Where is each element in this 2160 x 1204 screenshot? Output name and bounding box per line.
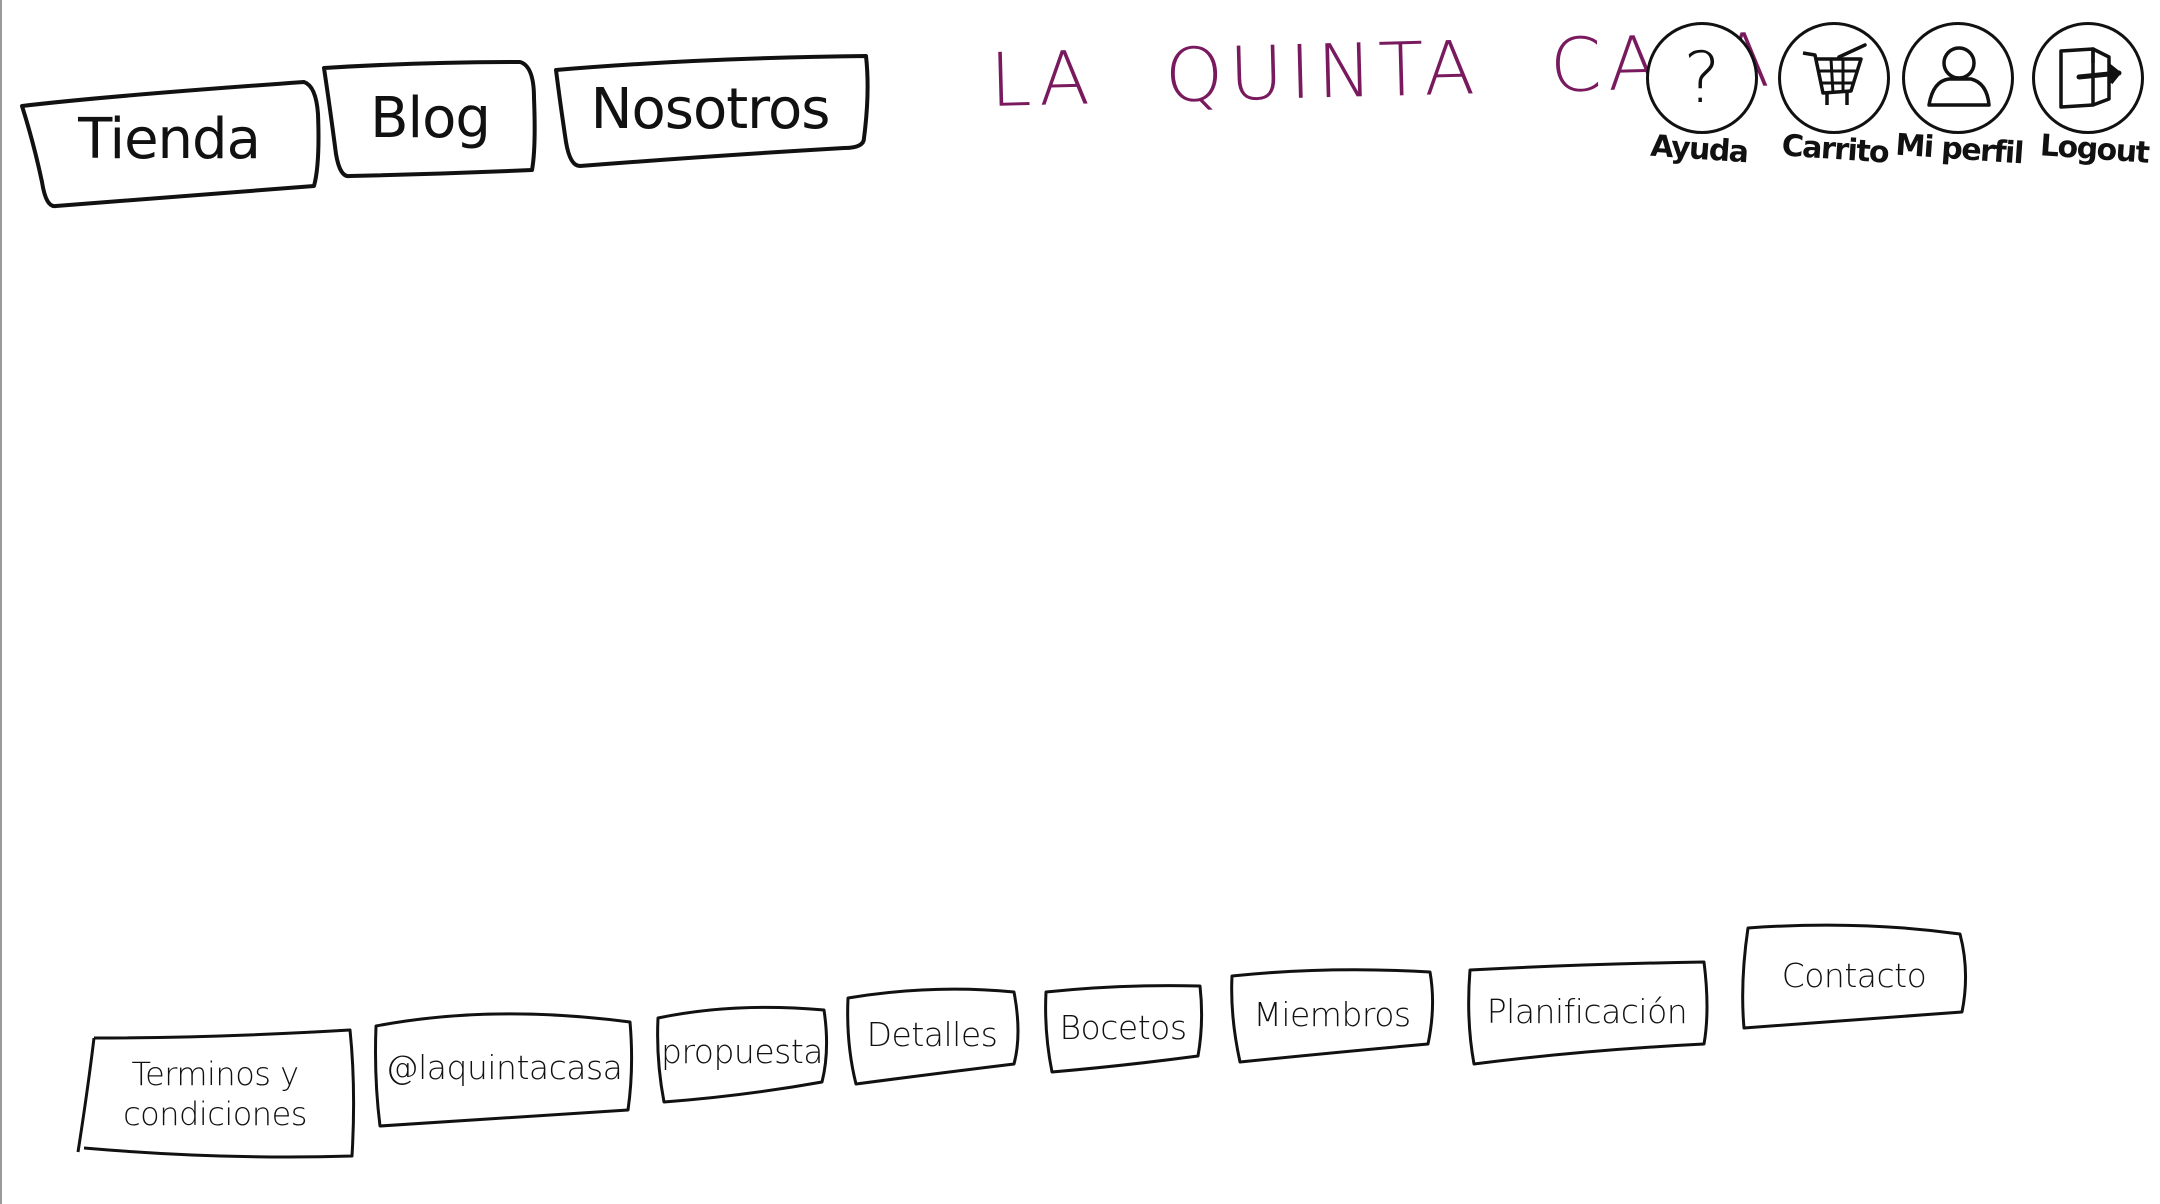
- cart-button[interactable]: [1778, 22, 1890, 134]
- footer-link-contacto[interactable]: Contacto: [1738, 922, 1970, 1030]
- help-label: Ayuda: [1649, 128, 1749, 171]
- tab-nosotros[interactable]: Nosotros: [548, 52, 872, 168]
- profile-button[interactable]: [1902, 22, 2014, 134]
- footer-link-bocetos[interactable]: Bocetos: [1042, 982, 1204, 1074]
- footer-link-terminos-label: Terminos y condiciones: [123, 1055, 307, 1133]
- footer-link-planificacion[interactable]: Planificación: [1464, 960, 1710, 1066]
- logout-button[interactable]: [2032, 22, 2144, 134]
- tab-tienda-label: Tienda: [78, 106, 261, 172]
- tab-blog[interactable]: Blog: [320, 58, 540, 180]
- canvas-left-edge: [0, 0, 2, 1204]
- question-mark-icon: ?: [1683, 37, 1721, 119]
- footer-link-bocetos-label: Bocetos: [1059, 1008, 1187, 1048]
- footer-link-planificacion-label: Planificación: [1486, 992, 1688, 1032]
- tab-blog-label: Blog: [370, 85, 491, 151]
- tab-tienda[interactable]: Tienda: [16, 74, 322, 209]
- logout-label: Logout: [2038, 128, 2150, 171]
- profile-label: Mi perfil: [1894, 127, 2024, 172]
- footer-link-detalles[interactable]: Detalles: [842, 984, 1022, 1086]
- logout-door-icon: [2059, 47, 2122, 109]
- cart-label: Carrito: [1780, 128, 1890, 171]
- footer-link-instagram-label: @laquintacasa: [385, 1048, 623, 1088]
- footer-link-detalles-label: Detalles: [866, 1015, 998, 1055]
- footer-link-contacto-label: Contacto: [1781, 956, 1927, 996]
- cart-icon: [1802, 43, 1867, 105]
- footer-link-terminos[interactable]: Terminos y condiciones: [74, 1028, 356, 1160]
- user-icon: [1927, 46, 1991, 107]
- footer-link-propuesta-label: propuesta: [661, 1032, 824, 1072]
- footer-link-miembros-label: Miembros: [1253, 995, 1411, 1035]
- footer-link-miembros[interactable]: Miembros: [1228, 966, 1436, 1064]
- footer-link-instagram[interactable]: @laquintacasa: [372, 1008, 636, 1128]
- site-title: LA QUINTA CASA: [988, 17, 1777, 124]
- footer-link-propuesta[interactable]: propuesta: [654, 1000, 830, 1104]
- tab-nosotros-label: Nosotros: [590, 76, 831, 142]
- help-button[interactable]: ?: [1646, 22, 1758, 134]
